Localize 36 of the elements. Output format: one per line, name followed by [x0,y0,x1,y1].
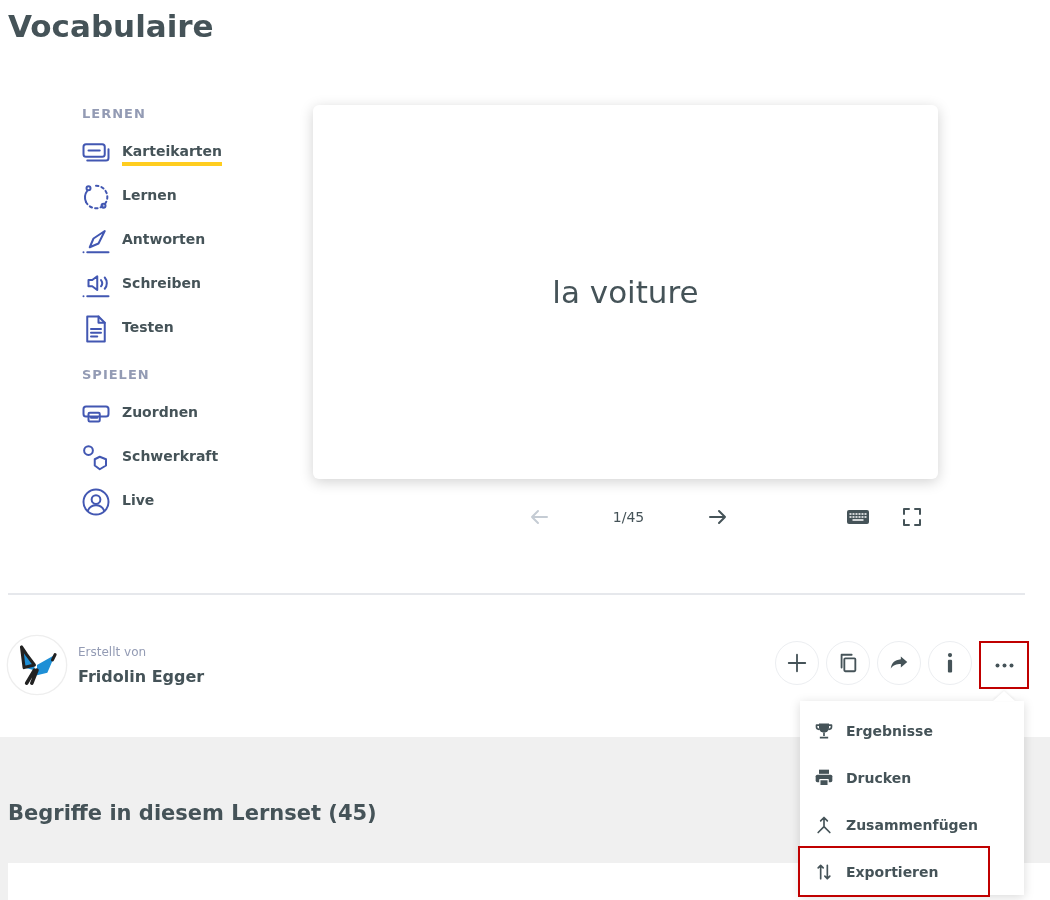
author-name[interactable]: Fridolin Egger [78,666,205,686]
sidebar-link[interactable]: Karteikarten [122,140,222,166]
section-heading: SPIELEN [82,367,151,382]
merge-arrows-icon [814,814,834,835]
sidebar-link[interactable]: Antworten [122,228,206,254]
info-icon [947,653,953,673]
add-button[interactable] [775,641,819,685]
card-counter: 1/45 [611,509,646,525]
info-button[interactable] [928,641,972,685]
sidebar-link[interactable]: Live [122,489,155,515]
share-button[interactable] [877,641,921,685]
dotted-circle-icon [81,182,111,212]
more-icon [994,662,1014,668]
sidebar-link[interactable]: Schwerkraft [122,445,219,471]
menu-item[interactable]: Ergebnisse [800,707,1024,754]
copy-button[interactable] [826,641,870,685]
menu-item[interactable]: Exportieren [800,848,988,895]
user-circle-icon [81,487,111,517]
printer-icon [814,767,834,788]
menu-item[interactable]: Zusammenfügen [800,801,1024,848]
more-button[interactable] [979,641,1029,689]
sidebar-link[interactable]: Zuordnen [122,401,199,427]
section-heading: LERNEN [82,106,147,121]
plus-icon [786,652,808,674]
sidebar-link[interactable]: Lernen [122,184,177,210]
page-title: Vocabulaire [7,7,215,46]
author-label: Erstellt von [78,644,148,659]
sidebar-link[interactable]: Schreiben [122,272,202,298]
menu-item[interactable]: Drucken [800,754,1024,801]
fullscreen-icon [900,505,924,529]
up-down-arrows-icon [814,861,834,882]
butterfly-avatar [6,634,68,696]
flashcard[interactable]: la voiture [313,105,938,479]
sidebar-link[interactable]: Testen [122,316,174,342]
flashcard-term: la voiture [552,274,699,310]
section-title: Begriffe in diesem Lernset (45) [8,800,377,827]
